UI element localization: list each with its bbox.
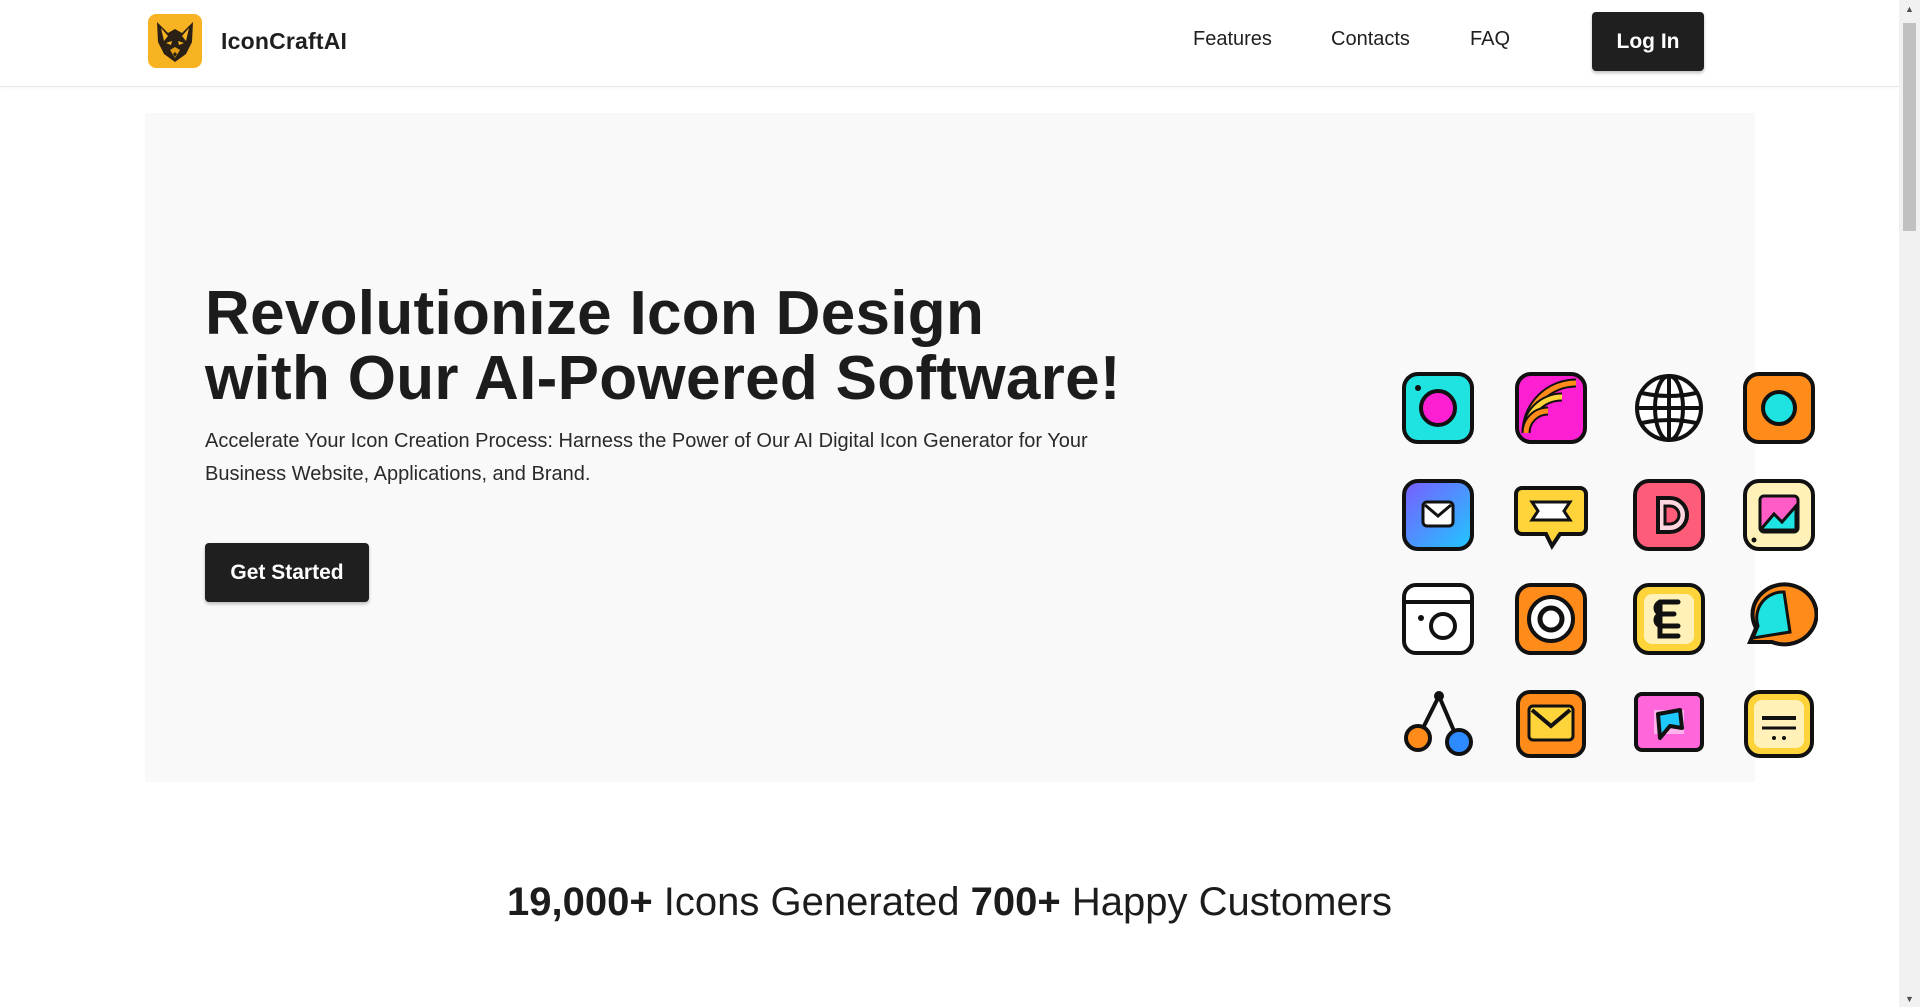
hero-section: Revolutionize Icon Design with Our AI-Po… bbox=[145, 113, 1819, 782]
nav-faq[interactable]: FAQ bbox=[1470, 28, 1510, 51]
chat-icon bbox=[1512, 476, 1590, 554]
icon-showcase-grid bbox=[1242, 250, 1819, 758]
target-icon bbox=[1512, 580, 1590, 658]
page-scrollbar[interactable]: ▲ ▼ bbox=[1899, 0, 1920, 1007]
share-nodes-icon bbox=[1399, 684, 1477, 762]
photo-frame-icon bbox=[1630, 684, 1708, 762]
hero-subtitle: Accelerate Your Icon Creation Process: H… bbox=[205, 430, 1088, 485]
camera-icon bbox=[1399, 369, 1477, 447]
speech-bubble-icon bbox=[1740, 580, 1819, 658]
icons-count: 19,000+ bbox=[506, 880, 653, 924]
scroll-down-arrow-icon[interactable]: ▼ bbox=[1899, 990, 1920, 1007]
icons-label: Icons Generated bbox=[663, 880, 960, 924]
e-app-icon bbox=[1630, 580, 1708, 658]
wolf-logo-icon bbox=[148, 14, 202, 68]
site-header: IconCraftAI Features Contacts FAQ Log In bbox=[0, 0, 1899, 87]
image-icon bbox=[1740, 476, 1818, 554]
rss-icon bbox=[1512, 369, 1590, 447]
nav-contacts[interactable]: Contacts bbox=[1331, 28, 1410, 51]
scroll-up-arrow-icon[interactable]: ▲ bbox=[1899, 0, 1920, 17]
mail-icon bbox=[1399, 476, 1477, 554]
brand-name: IconCraftAI bbox=[221, 27, 348, 54]
card-icon bbox=[1740, 684, 1818, 762]
brand[interactable]: IconCraftAI bbox=[148, 14, 347, 68]
camera-outline-icon bbox=[1399, 580, 1477, 658]
nav-features[interactable]: Features bbox=[1193, 28, 1272, 51]
hero-title: Revolutionize Icon Design with Our AI-Po… bbox=[205, 279, 1121, 413]
stats-banner: 19,000+ Icons Generated 700+ Happy Custo… bbox=[0, 880, 1899, 925]
get-started-button[interactable]: Get Started bbox=[205, 543, 369, 602]
d-app-icon bbox=[1630, 476, 1708, 554]
customers-count: 700+ bbox=[970, 880, 1061, 924]
login-button[interactable]: Log In bbox=[1592, 12, 1704, 71]
customers-label: Happy Customers bbox=[1071, 880, 1393, 924]
scroll-thumb[interactable] bbox=[1903, 23, 1916, 231]
envelope-icon bbox=[1512, 684, 1590, 762]
globe-icon bbox=[1630, 369, 1708, 447]
record-icon bbox=[1740, 369, 1818, 447]
